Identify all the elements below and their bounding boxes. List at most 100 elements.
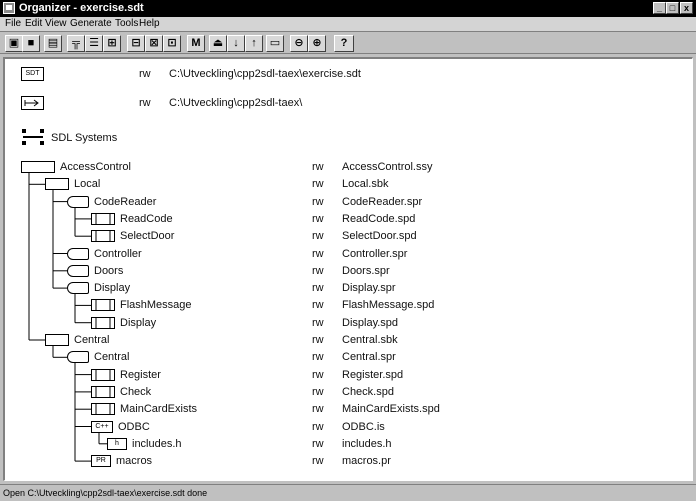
process-icon[interactable] (67, 247, 89, 260)
menu-help[interactable]: Help (139, 17, 160, 31)
tree-node-file[interactable]: ODBC.is (342, 420, 385, 434)
tree-node-file[interactable]: MainCardExists.spd (342, 402, 440, 416)
analyze-button[interactable]: ⊟ (127, 35, 145, 52)
tree-node-perm: rw (312, 212, 324, 225)
tree-node-perm: rw (312, 299, 324, 312)
tree-node-file[interactable]: Central.sbk (342, 333, 398, 347)
save-button[interactable]: ■ (22, 35, 40, 52)
cpp-import-icon[interactable]: C++ (91, 420, 113, 433)
procedure-icon[interactable] (91, 212, 115, 225)
tree-node-file[interactable]: Local.sbk (342, 177, 388, 191)
source-dir-path[interactable]: C:\Utveckling\cpp2sdl-taex\ (169, 96, 302, 110)
sdt-icon[interactable]: SDT (21, 67, 44, 81)
down-arrow-icon: ↓ (233, 37, 239, 49)
menu-file[interactable]: File (5, 17, 21, 31)
tree-node-label[interactable]: macros (116, 454, 152, 468)
tree-node-file[interactable]: includes.h (342, 437, 392, 451)
tree-node-label[interactable]: Local (74, 177, 100, 191)
tree-node-label[interactable]: MainCardExists (120, 402, 197, 416)
block-icon[interactable] (45, 178, 69, 191)
menu-generate[interactable]: Generate (70, 17, 112, 31)
window-icon: ▭ (269, 37, 281, 49)
minimize-button[interactable]: _ (653, 2, 666, 14)
procedure-icon[interactable] (91, 385, 115, 398)
menu-edit[interactable]: Edit (25, 17, 42, 31)
source-dir-icon[interactable] (21, 96, 44, 110)
tree-node-file[interactable]: macros.pr (342, 454, 391, 468)
tree-node-label[interactable]: Doors (94, 264, 123, 278)
pr-file-icon[interactable]: PR (91, 455, 111, 468)
close-button[interactable]: x (680, 2, 693, 14)
system-file-path[interactable]: C:\Utveckling\cpp2sdl-taex\exercise.sdt (169, 67, 361, 81)
structure-button[interactable]: ╦ (67, 35, 85, 52)
tree-node-file[interactable]: Display.spd (342, 316, 398, 330)
window-button[interactable]: ▭ (266, 35, 284, 52)
block-icon[interactable] (45, 334, 69, 346)
tree-node-perm: rw (312, 195, 324, 208)
link-button[interactable]: ⊡ (163, 35, 181, 52)
tree-node-label[interactable]: FlashMessage (120, 298, 192, 312)
zoom-in-icon: ⊕ (312, 37, 322, 49)
up-arrow-button[interactable]: ↑ (245, 35, 263, 52)
tree-node-file[interactable]: Central.spr (342, 350, 396, 364)
tree-node-label[interactable]: Check (120, 385, 151, 399)
zoom-in-button[interactable]: ⊕ (308, 35, 326, 52)
process-icon[interactable] (67, 264, 89, 277)
title-bar[interactable]: Organizer - exercise.sdt _ □ x (0, 0, 696, 17)
edit-button[interactable]: ☰ (85, 35, 103, 52)
tree-node-file[interactable]: Controller.spr (342, 247, 407, 261)
tree-node-label[interactable]: Controller (94, 247, 142, 261)
process-icon[interactable] (67, 282, 89, 295)
tree-node-label[interactable]: CodeReader (94, 195, 156, 209)
open-folder-button[interactable]: ▣ (5, 35, 23, 52)
menu-tools[interactable]: Tools (115, 17, 138, 31)
system-icon[interactable] (21, 161, 55, 173)
upload-icon: ⏏ (212, 37, 224, 49)
process-icon[interactable] (67, 195, 89, 208)
tree-node-file[interactable]: Register.spd (342, 368, 403, 382)
tree-node-label[interactable]: SelectDoor (120, 229, 174, 243)
tree-node-perm: rw (312, 455, 324, 468)
tree-node-file[interactable]: ReadCode.spd (342, 212, 415, 226)
connect-button[interactable]: ⊞ (103, 35, 121, 52)
procedure-icon[interactable] (91, 230, 115, 243)
app-icon[interactable] (3, 2, 15, 14)
procedure-icon[interactable] (91, 368, 115, 381)
make-button[interactable]: ⊠ (145, 35, 163, 52)
procedure-icon[interactable] (91, 403, 115, 416)
organizer-view[interactable]: SDT rw C:\Utveckling\cpp2sdl-taex\exerci… (3, 57, 693, 481)
down-arrow-button[interactable]: ↓ (227, 35, 245, 52)
tree-node-file[interactable]: Check.spd (342, 385, 394, 399)
tree-node-label[interactable]: Display (94, 281, 130, 295)
tree-node-label[interactable]: Register (120, 368, 161, 382)
tree-node-label[interactable]: includes.h (132, 437, 182, 451)
print-button[interactable]: ▤ (44, 35, 62, 52)
tree-node-label[interactable]: Central (94, 350, 129, 364)
save-icon: ■ (27, 37, 35, 49)
procedure-icon[interactable] (91, 299, 115, 312)
zoom-out-button[interactable]: ⊖ (290, 35, 308, 52)
help-button[interactable]: ? (334, 35, 354, 52)
procedure-icon[interactable] (91, 316, 115, 329)
tree-node-file[interactable]: AccessControl.ssy (342, 160, 432, 174)
process-icon[interactable] (67, 351, 89, 364)
upload-button[interactable]: ⏏ (209, 35, 227, 52)
tree-node-label[interactable]: ODBC (118, 420, 150, 434)
tree-node-label[interactable]: AccessControl (60, 160, 131, 174)
header-file-icon[interactable]: h (107, 437, 127, 450)
tree-node-file[interactable]: Display.spr (342, 281, 396, 295)
header-perm: rw (139, 97, 151, 109)
tree-node-file[interactable]: FlashMessage.spd (342, 298, 434, 312)
maximize-button[interactable]: □ (666, 2, 679, 14)
menu-view[interactable]: View (45, 17, 67, 31)
chapter-label[interactable]: SDL Systems (51, 131, 117, 145)
find-button[interactable]: M (187, 35, 205, 52)
tree-node-file[interactable]: Doors.spr (342, 264, 390, 278)
tree-node-label[interactable]: ReadCode (120, 212, 173, 226)
tree-node-label[interactable]: Central (74, 333, 109, 347)
tree-node-file[interactable]: SelectDoor.spd (342, 229, 417, 243)
tree-node-label[interactable]: Display (120, 316, 156, 330)
status-text: Open C:\Utveckling\cpp2sdl-taex\exercise… (3, 488, 208, 498)
tree-node-perm: rw (312, 334, 324, 346)
tree-node-file[interactable]: CodeReader.spr (342, 195, 422, 209)
